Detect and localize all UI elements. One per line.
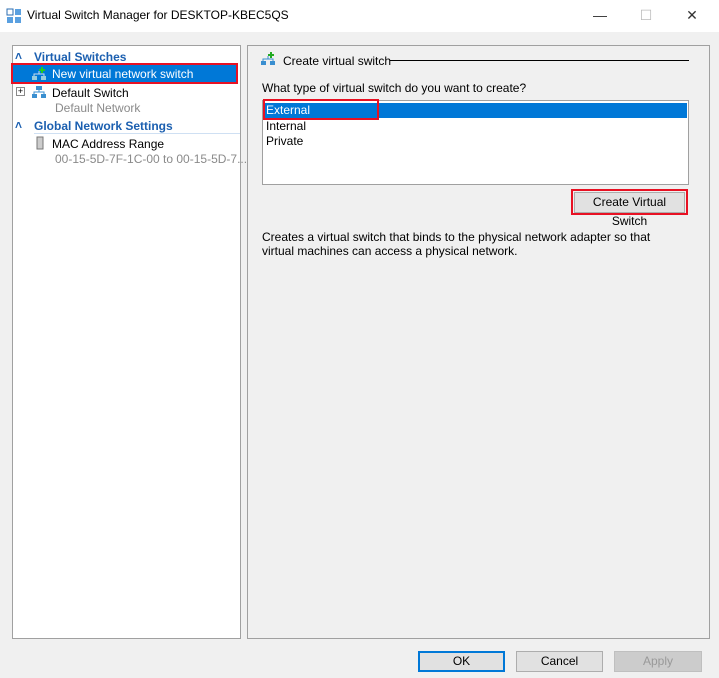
window-title: Virtual Switch Manager for DESKTOP-KBEC5…	[27, 8, 289, 22]
collapse-icon[interactable]: ˄	[15, 118, 22, 132]
collapse-icon[interactable]: ˄	[15, 49, 22, 63]
network-switch-icon	[32, 86, 46, 98]
sidebar-item-mac-range[interactable]: MAC Address Range	[52, 137, 164, 151]
title-bar: Virtual Switch Manager for DESKTOP-KBEC5…	[0, 0, 719, 32]
switch-description: Creates a virtual switch that binds to t…	[262, 230, 651, 258]
option-internal[interactable]: Internal	[266, 119, 306, 133]
ok-button[interactable]: OK	[418, 651, 505, 672]
close-button[interactable]: ✕	[669, 0, 715, 32]
switch-manager-icon	[6, 8, 21, 23]
mac-range-value: 00-15-5D-7F-1C-00 to 00-15-5D-7...	[55, 152, 248, 166]
section-global-network-settings[interactable]: Global Network Settings	[34, 119, 240, 134]
cancel-button[interactable]: Cancel	[516, 651, 603, 672]
section-heading: Create virtual switch	[283, 54, 392, 68]
expand-icon[interactable]: +	[16, 87, 25, 96]
sidebar-tree	[12, 45, 241, 639]
network-add-icon	[261, 52, 275, 65]
sidebar-item-new-switch[interactable]: New virtual network switch	[11, 63, 238, 84]
minimize-button[interactable]: —	[577, 0, 623, 32]
option-external[interactable]: External	[266, 103, 310, 117]
sidebar-item-default-switch[interactable]: Default Switch	[52, 86, 129, 100]
create-virtual-switch-button[interactable]: Create Virtual Switch	[574, 192, 685, 228]
new-switch-label: New virtual network switch	[52, 67, 194, 81]
question-label: What type of virtual switch do you want …	[262, 81, 527, 95]
heading-divider	[390, 60, 689, 61]
network-add-icon	[32, 67, 46, 80]
section-virtual-switches[interactable]: Virtual Switches	[34, 50, 126, 64]
mac-address-icon	[36, 136, 44, 150]
apply-button[interactable]: Apply	[614, 651, 702, 672]
maximize-button[interactable]: ☐	[623, 0, 669, 32]
option-private[interactable]: Private	[266, 134, 303, 148]
default-network-label: Default Network	[55, 101, 141, 115]
